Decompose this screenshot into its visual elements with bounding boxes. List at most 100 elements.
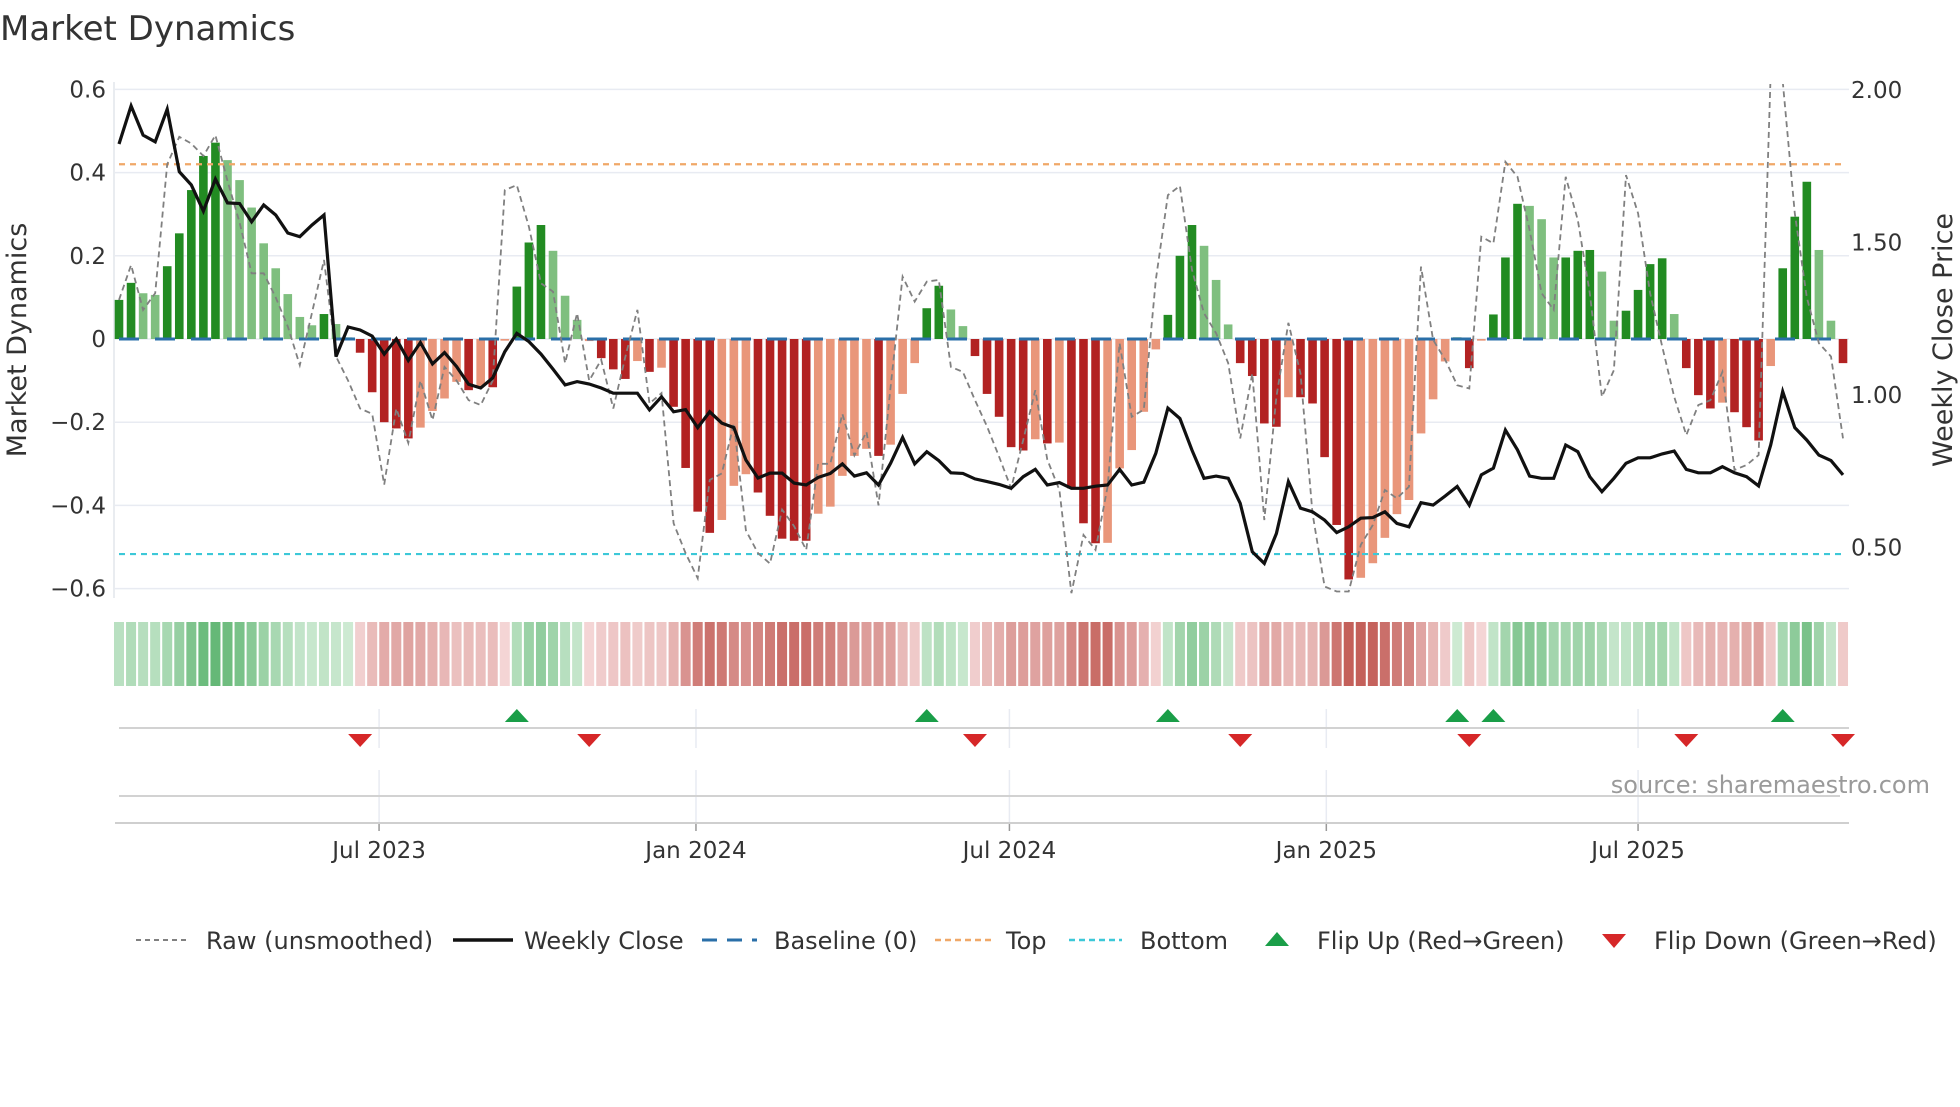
heat-cell <box>1608 622 1619 686</box>
heat-cell <box>656 622 667 686</box>
heat-cell <box>1753 622 1764 686</box>
bar <box>1030 339 1040 440</box>
bar <box>114 299 124 339</box>
x-axis: Jul 2023 Jan 2024 Jul 2024 Jan 2025 Jul 2025 <box>115 709 1849 864</box>
heat-cell <box>1211 622 1222 686</box>
heat-cell <box>1199 622 1210 686</box>
heat-cell <box>1078 622 1089 686</box>
bar <box>753 339 763 493</box>
heat-cell <box>1729 622 1740 686</box>
heat-cell <box>282 622 293 686</box>
bar <box>994 339 1004 417</box>
heat-cell <box>343 622 354 686</box>
heat-cell <box>186 622 197 686</box>
heat-cell <box>174 622 185 686</box>
heat-cell <box>789 622 800 686</box>
flip-up-marker <box>1770 709 1795 722</box>
heat-cell <box>1789 622 1800 686</box>
bar <box>1489 314 1498 339</box>
heat-cell <box>1621 622 1631 686</box>
heat-cell <box>849 622 860 686</box>
bar <box>1778 268 1788 339</box>
flip-down-marker <box>1228 734 1253 747</box>
heat-cell <box>644 622 655 686</box>
heat-cell <box>1512 622 1523 686</box>
heat-cell <box>1693 622 1704 686</box>
heat-cell <box>1657 622 1668 686</box>
legend-raw-label: Raw (unsmoothed) <box>206 927 433 955</box>
bar <box>271 268 281 339</box>
bar <box>1199 245 1209 339</box>
legend: Raw (unsmoothed) Weekly Close Baseline (… <box>136 927 1937 955</box>
flip-down-marker <box>962 734 987 747</box>
bar <box>1211 279 1221 339</box>
bar <box>838 339 847 476</box>
heat-cell <box>1018 622 1029 686</box>
heat-cell <box>1584 622 1595 686</box>
heat-cell <box>1500 622 1511 686</box>
legend-top-label: Top <box>1005 927 1047 955</box>
bars <box>114 142 1848 580</box>
bar <box>259 243 268 339</box>
heat-cell <box>1777 622 1788 686</box>
bar <box>608 339 618 370</box>
heat-cell <box>1717 622 1728 686</box>
heat-cell <box>1235 622 1246 686</box>
flip-up-triangle-icon <box>1265 932 1289 946</box>
heat-cell <box>1319 622 1330 686</box>
heat-cell <box>668 622 679 686</box>
bar <box>1477 339 1486 341</box>
heat-cell <box>391 622 402 686</box>
heat-cell <box>1174 622 1185 686</box>
heat-cell <box>1705 622 1716 686</box>
heat-cell <box>957 622 968 686</box>
bar <box>850 339 859 456</box>
bar <box>150 294 160 339</box>
heat-cell <box>367 622 378 686</box>
bar <box>982 339 992 394</box>
legend-flip-down-label: Flip Down (Green→Red) <box>1654 927 1937 955</box>
heat-cell <box>1681 622 1692 686</box>
bar <box>500 339 510 341</box>
y2-tick-label: 0.50 <box>1851 536 1902 562</box>
heat-cell <box>921 622 932 686</box>
bar <box>162 266 172 339</box>
heat-cell <box>584 622 595 686</box>
flip-down-triangle-icon <box>1602 934 1626 948</box>
heat-cell <box>1476 622 1487 686</box>
heat-cell <box>1295 622 1306 686</box>
heat-cell <box>1813 622 1824 686</box>
bar <box>1055 339 1064 443</box>
legend-close-label: Weekly Close <box>524 927 684 955</box>
bar <box>801 339 811 541</box>
heat-cell <box>1247 622 1258 686</box>
bar <box>1296 339 1305 398</box>
heat-cell <box>1186 622 1197 686</box>
legend-bottom-label: Bottom <box>1140 927 1228 955</box>
heat-cell <box>1114 622 1125 686</box>
heat-cell <box>1042 622 1053 686</box>
heat-cell <box>1801 622 1812 686</box>
bar <box>1018 339 1028 451</box>
bar <box>355 339 365 353</box>
heat-cell <box>499 622 510 686</box>
heat-cell <box>427 622 438 686</box>
bar <box>1356 339 1366 578</box>
heat-cell <box>403 622 414 686</box>
bar <box>1428 339 1438 400</box>
bar <box>1332 339 1341 525</box>
bar <box>1513 203 1522 339</box>
heat-cell <box>801 622 812 686</box>
heat-cell <box>1343 622 1354 686</box>
heat-cell <box>692 622 703 686</box>
heat-cell <box>294 622 305 686</box>
heat-cell <box>1548 622 1559 686</box>
x-tick-label: Jul 2025 <box>1589 838 1685 864</box>
bar <box>1621 310 1631 339</box>
heat-cell <box>150 622 161 686</box>
heat-cell <box>1271 622 1282 686</box>
heat-cell <box>1307 622 1318 686</box>
heat-cell <box>475 622 486 686</box>
heat-cell <box>306 622 317 686</box>
bar <box>1163 314 1173 339</box>
